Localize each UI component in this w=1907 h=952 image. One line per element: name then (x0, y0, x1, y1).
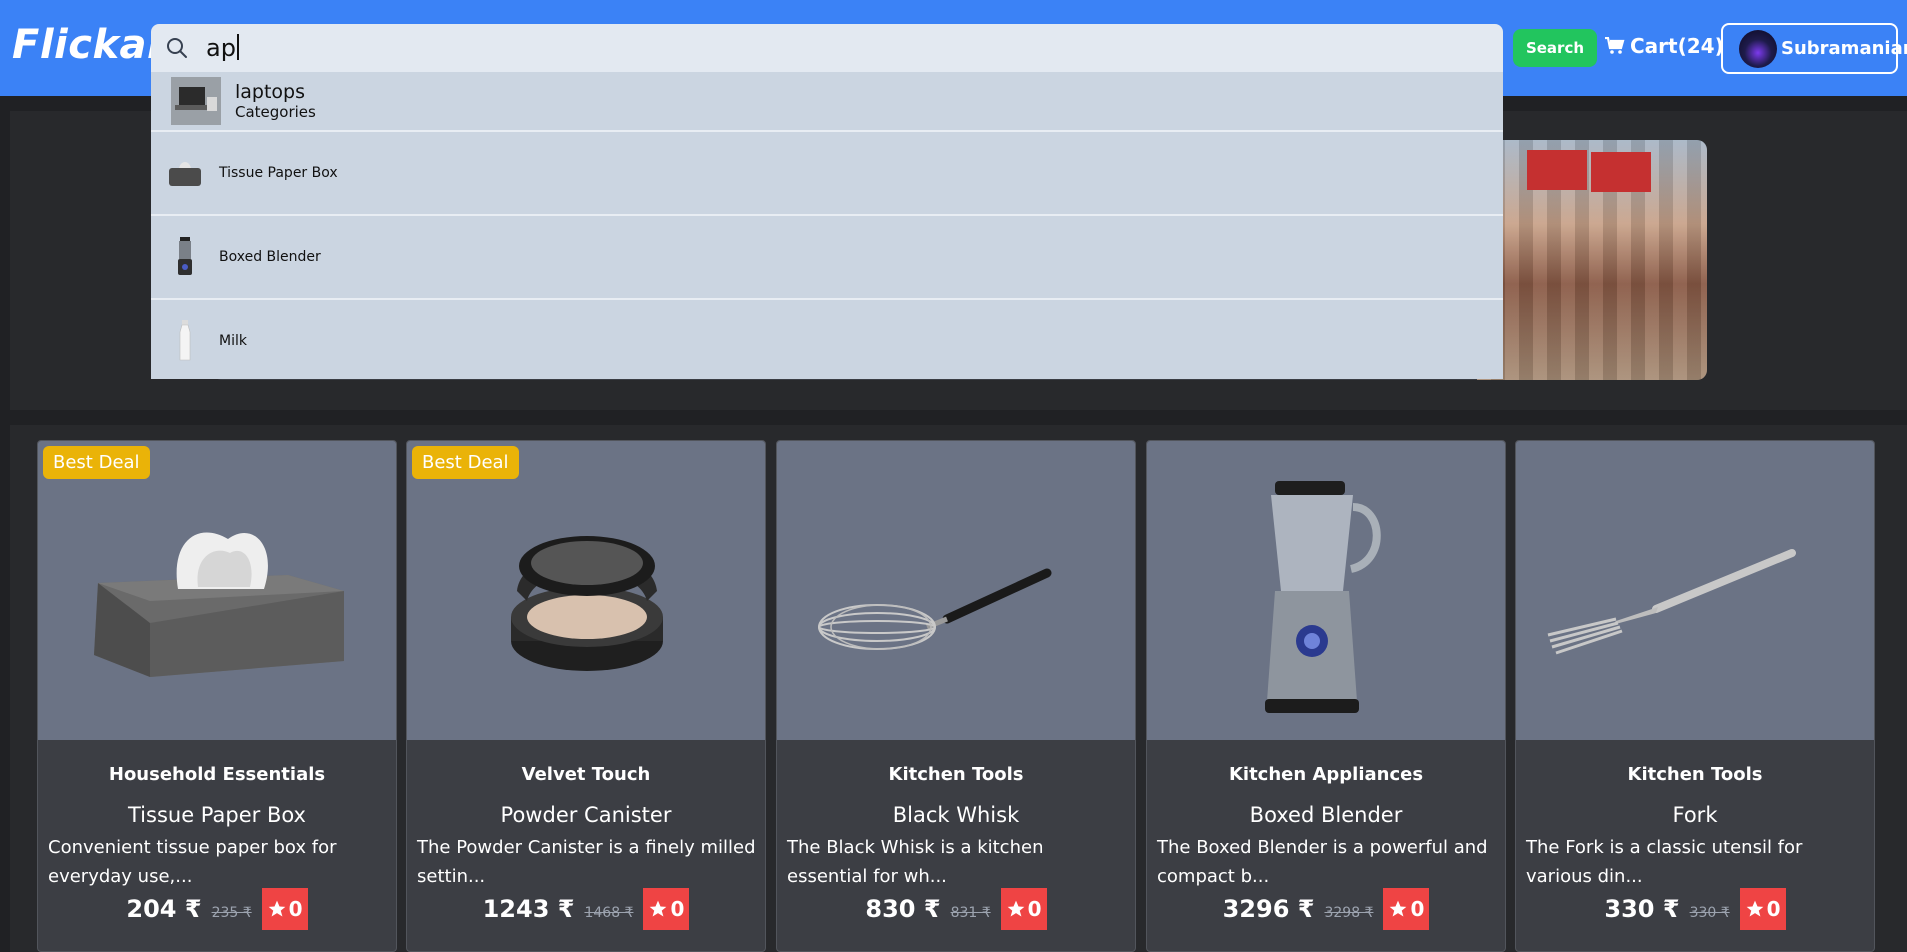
product-price: 3296 ₹ (1222, 895, 1315, 923)
suggestion-subtitle: Categories (235, 103, 316, 121)
fork-image (1547, 549, 1796, 655)
star-icon (1746, 900, 1763, 917)
product-image (1147, 441, 1505, 740)
star-icon (268, 900, 285, 917)
best-deal-badge: Best Deal (43, 446, 150, 479)
rating-value: 0 (1027, 897, 1042, 921)
star-icon (1390, 900, 1407, 917)
product-description: The Black Whisk is a kitchen essential f… (787, 837, 1044, 887)
best-deal-badge: Best Deal (412, 446, 519, 479)
product-image (38, 441, 396, 740)
star-icon (650, 900, 667, 917)
blender-image (1265, 481, 1381, 713)
product-category: Kitchen Tools (888, 764, 1024, 785)
suggestion-item[interactable]: laptops Categories (151, 72, 1503, 132)
rating-badge[interactable]: 0 (1383, 888, 1430, 930)
product-image (777, 441, 1135, 740)
search-icon (167, 38, 187, 58)
user-menu-button[interactable]: Subramanian (1721, 23, 1907, 74)
original-price: 3298 ₹ (1324, 905, 1374, 921)
product-card[interactable]: Best Deal Household Essentials Tissue Pa… (37, 440, 397, 952)
laptops-thumbnail (171, 77, 221, 125)
product-name[interactable]: Powder Canister (407, 803, 765, 827)
search-suggestions-dropdown: laptops Categories Tissue Paper Box Boxe… (151, 72, 1503, 379)
product-image (1516, 441, 1874, 740)
product-card[interactable]: Kitchen Tools Fork The Fork is a classic… (1515, 440, 1875, 952)
product-category: Kitchen Tools (1627, 764, 1763, 785)
banner-sign (1591, 152, 1651, 192)
original-price: 831 ₹ (950, 905, 991, 921)
rating-badge[interactable]: 0 (643, 888, 690, 930)
suggestion-item[interactable]: Boxed Blender (151, 216, 1503, 300)
rating-value: 0 (670, 897, 685, 921)
powder-canister-image (511, 536, 663, 671)
price-row: 330 ₹ 330 ₹ 0 (1516, 888, 1874, 930)
tissue-box-image (94, 532, 344, 677)
original-price: 1468 ₹ (584, 905, 634, 921)
cart-button[interactable]: Cart(24) (1605, 34, 1724, 58)
text-caret (236, 34, 239, 60)
tissue-box-thumbnail (169, 162, 201, 186)
product-description: The Boxed Blender is a powerful and comp… (1157, 837, 1488, 887)
banner-sign (1527, 150, 1587, 190)
rating-badge[interactable]: 0 (261, 888, 308, 930)
search-input[interactable]: ap (151, 24, 1503, 72)
suggestion-title: Boxed Blender (219, 249, 321, 265)
product-price: 330 ₹ (1604, 895, 1680, 923)
product-card[interactable]: Kitchen Appliances Boxed Blender The Box… (1146, 440, 1506, 952)
product-name[interactable]: Fork (1516, 803, 1874, 827)
suggestion-item[interactable]: Milk (151, 300, 1503, 379)
cart-icon (1605, 37, 1625, 54)
rating-value: 0 (288, 897, 303, 921)
product-card[interactable]: Best Deal Velvet Touch Powder Canister T… (406, 440, 766, 952)
avatar (1739, 29, 1777, 68)
product-name[interactable]: Tissue Paper Box (38, 803, 396, 827)
suggestion-title: Milk (219, 333, 247, 349)
product-name[interactable]: Black Whisk (777, 803, 1135, 827)
suggestion-item[interactable]: Tissue Paper Box (151, 132, 1503, 216)
rating-badge[interactable]: 0 (1000, 888, 1047, 930)
star-icon (1007, 900, 1024, 917)
product-description: The Fork is a classic utensil for variou… (1526, 837, 1803, 887)
product-price: 830 ₹ (865, 895, 941, 923)
whisk-image (818, 568, 1052, 650)
cart-label: Cart(24) (1630, 34, 1724, 58)
product-description: Convenient tissue paper box for everyday… (48, 837, 337, 887)
rating-value: 0 (1410, 897, 1425, 921)
product-price: 1243 ₹ (482, 895, 575, 923)
rating-badge[interactable]: 0 (1739, 888, 1786, 930)
price-row: 1243 ₹ 1468 ₹ 0 (407, 888, 765, 930)
product-price: 204 ₹ (126, 895, 202, 923)
price-row: 204 ₹ 235 ₹ 0 (38, 888, 396, 930)
user-name: Subramanian (1781, 38, 1907, 59)
price-row: 830 ₹ 831 ₹ 0 (777, 888, 1135, 930)
suggestion-title: laptops (235, 81, 306, 103)
rating-value: 0 (1766, 897, 1781, 921)
original-price: 235 ₹ (211, 905, 252, 921)
original-price: 330 ₹ (1689, 905, 1730, 921)
product-category: Velvet Touch (521, 764, 651, 785)
product-description: The Powder Canister is a finely milled s… (417, 837, 756, 887)
suggestion-title: Tissue Paper Box (219, 165, 338, 181)
search-value[interactable]: ap (206, 34, 239, 62)
product-category: Kitchen Appliances (1228, 764, 1424, 785)
blender-thumbnail (178, 237, 192, 275)
price-row: 3296 ₹ 3298 ₹ 0 (1147, 888, 1505, 930)
product-category: Household Essentials (108, 764, 326, 785)
milk-thumbnail (179, 320, 191, 361)
product-image (407, 441, 765, 740)
search-button[interactable]: Search (1513, 29, 1597, 67)
product-name[interactable]: Boxed Blender (1147, 803, 1505, 827)
product-card[interactable]: Kitchen Tools Black Whisk The Black Whis… (776, 440, 1136, 952)
